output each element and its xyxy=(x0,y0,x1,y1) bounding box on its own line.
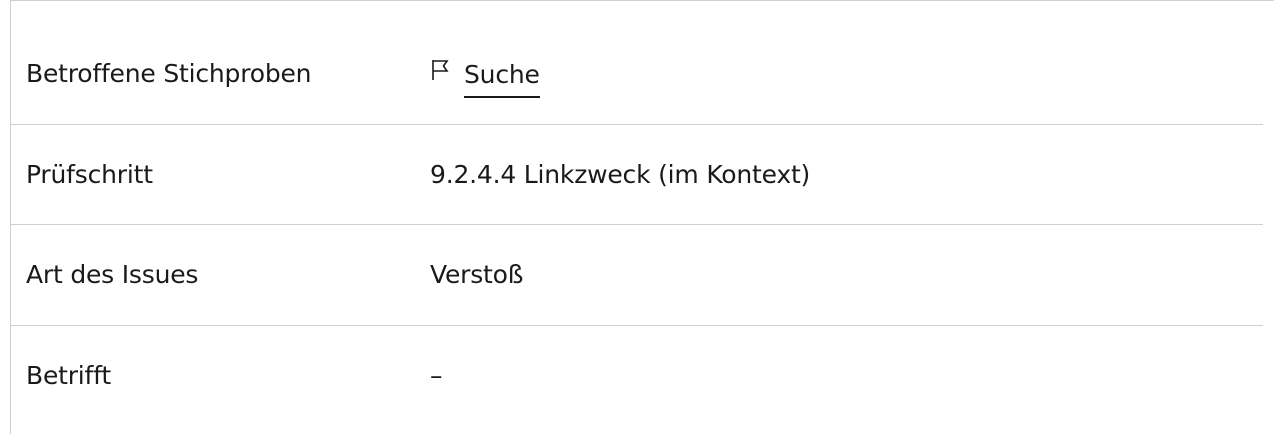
detail-value: Suche xyxy=(430,59,540,98)
detail-value: Verstoß xyxy=(430,260,524,289)
detail-label: Betrifft xyxy=(26,361,111,390)
detail-value: 9.2.4.4 Linkzweck (im Kontext) xyxy=(430,160,811,189)
detail-row-test-step: Prüfschritt 9.2.4.4 Linkzweck (im Kontex… xyxy=(11,125,1263,225)
sample-link-search[interactable]: Suche xyxy=(464,60,540,98)
detail-label: Prüfschritt xyxy=(26,160,153,189)
detail-row-issue-type: Art des Issues Verstoß xyxy=(11,225,1263,325)
flag-icon xyxy=(430,58,452,82)
detail-value: – xyxy=(430,361,443,390)
issue-details-panel: Betroffene Stichproben Suche Prüfschritt… xyxy=(10,0,1274,434)
sample-link-wrapper: Suche xyxy=(430,60,540,98)
detail-label: Art des Issues xyxy=(26,260,199,289)
detail-label: Betroffene Stichproben xyxy=(26,59,312,88)
detail-row-samples: Betroffene Stichproben Suche xyxy=(11,25,1263,125)
detail-row-affects: Betrifft – xyxy=(11,326,1263,426)
